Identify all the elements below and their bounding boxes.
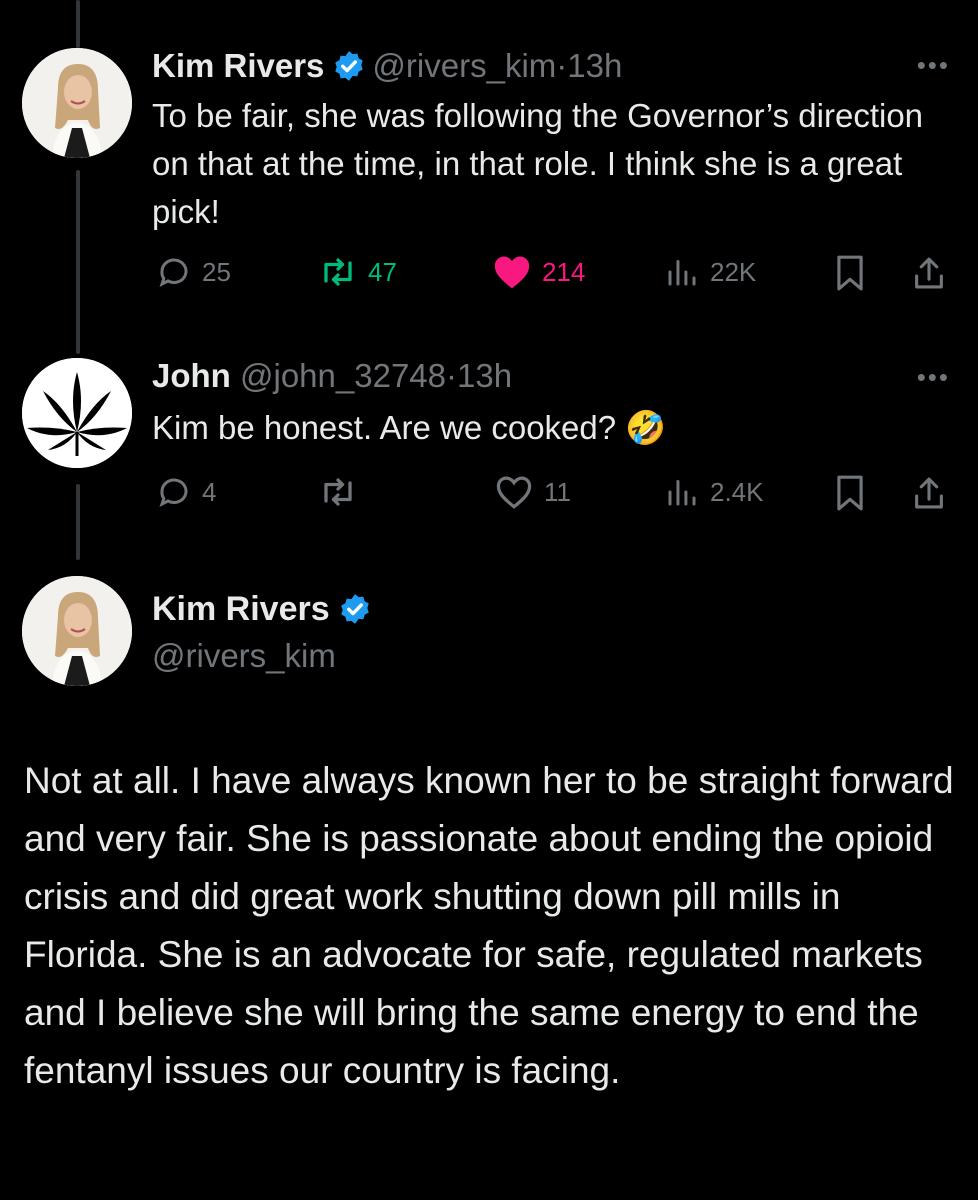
timestamp[interactable]: 13h bbox=[567, 47, 622, 84]
thread-line-top bbox=[76, 0, 80, 48]
bookmark-icon bbox=[837, 475, 863, 511]
views-icon bbox=[668, 260, 696, 286]
verified-badge-icon bbox=[338, 592, 372, 626]
share-button[interactable] bbox=[912, 474, 956, 512]
views-button[interactable]: 2.4K bbox=[664, 474, 764, 510]
tweet-text: To be fair, she was following the Govern… bbox=[152, 97, 924, 230]
reply-count: 4 bbox=[202, 476, 217, 507]
repost-button[interactable]: 47 bbox=[318, 254, 397, 290]
separator: · bbox=[446, 357, 458, 394]
handle[interactable]: @john_32748 bbox=[240, 357, 446, 394]
views-icon bbox=[668, 480, 696, 506]
avatar[interactable] bbox=[22, 48, 132, 158]
main-display-name-row: Kim Rivers bbox=[152, 588, 378, 630]
verified-badge-icon bbox=[332, 49, 366, 83]
bookmark-button[interactable] bbox=[834, 474, 876, 512]
reply-button[interactable]: 4 bbox=[156, 474, 216, 510]
more-options-icon[interactable]: ••• bbox=[917, 50, 950, 81]
separator: · bbox=[556, 47, 568, 84]
reply-count: 25 bbox=[202, 256, 231, 287]
avatar[interactable] bbox=[22, 358, 132, 468]
bookmark-icon bbox=[837, 255, 863, 291]
like-count: 214 bbox=[542, 256, 586, 287]
share-icon bbox=[915, 257, 943, 289]
views-count: 2.4K bbox=[710, 476, 764, 507]
reply-icon bbox=[159, 478, 188, 507]
timestamp[interactable]: 13h bbox=[457, 357, 512, 394]
display-name[interactable]: Kim Rivers bbox=[152, 47, 324, 84]
thread-line-1 bbox=[76, 170, 80, 354]
thread-line-2 bbox=[76, 484, 80, 560]
handle[interactable]: @rivers_kim bbox=[152, 636, 336, 676]
reply-button[interactable]: 25 bbox=[156, 254, 231, 290]
tweet-header: John @john_32748·13h bbox=[152, 356, 512, 396]
views-button[interactable]: 22K bbox=[664, 254, 756, 290]
like-button[interactable]: 11 bbox=[494, 474, 571, 510]
views-count: 22K bbox=[710, 256, 757, 287]
more-options-icon[interactable]: ••• bbox=[917, 362, 950, 393]
display-name[interactable]: John bbox=[152, 357, 231, 394]
avatar[interactable] bbox=[22, 576, 132, 686]
cannabis-leaf-icon bbox=[22, 358, 132, 468]
profile-photo-icon bbox=[22, 576, 132, 686]
handle[interactable]: @rivers_kim bbox=[372, 47, 556, 84]
share-icon bbox=[915, 477, 943, 509]
tweet-header: Kim Rivers @rivers_kim·13h bbox=[152, 46, 622, 86]
tweet-text: Kim be honest. Are we cooked? 🤣 bbox=[152, 409, 667, 446]
repost-count: 47 bbox=[368, 256, 397, 287]
repost-icon bbox=[324, 258, 352, 286]
like-button[interactable]: 214 bbox=[492, 254, 585, 290]
display-name[interactable]: Kim Rivers bbox=[152, 590, 330, 628]
like-count: 11 bbox=[544, 476, 571, 507]
bookmark-button[interactable] bbox=[834, 254, 876, 292]
heart-icon bbox=[496, 476, 532, 509]
main-tweet-text: Not at all. I have always known her to b… bbox=[24, 760, 954, 1091]
repost-button[interactable] bbox=[318, 474, 368, 510]
reply-icon bbox=[159, 258, 188, 287]
heart-filled-icon bbox=[494, 256, 530, 289]
share-button[interactable] bbox=[912, 254, 956, 292]
profile-photo-icon bbox=[22, 48, 132, 158]
repost-icon bbox=[324, 478, 352, 506]
